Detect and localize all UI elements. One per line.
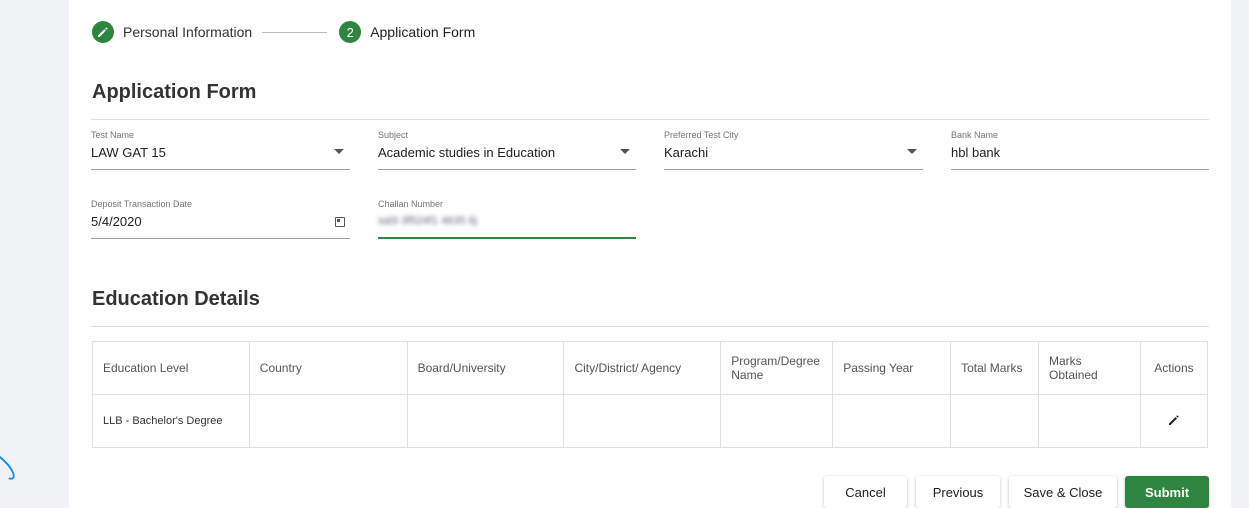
cell-program-degree (720, 394, 834, 448)
table-header-row: Education Level Country Board/University… (92, 341, 1209, 395)
challan-number-value: sal3 3f524f1 4635 6j (378, 215, 478, 227)
test-name-select[interactable]: Test Name LAW GAT 15 (91, 130, 350, 170)
subject-select[interactable]: Subject Academic studies in Education (378, 130, 636, 170)
form-title-divider (91, 119, 1209, 120)
education-title-divider (91, 326, 1209, 327)
application-card: Personal Information 2 Application Form … (69, 0, 1231, 508)
cell-marks-obtained (1038, 394, 1141, 448)
edit-icon[interactable] (1168, 414, 1180, 429)
challan-number-label: Challan Number (378, 199, 444, 209)
education-table: Education Level Country Board/University… (92, 341, 1209, 448)
side-edge-mark (0, 448, 19, 484)
preferred-test-city-select[interactable]: Preferred Test City Karachi (664, 130, 923, 170)
step-1-pencil-icon[interactable] (92, 21, 114, 43)
stepper: Personal Information 2 Application Form (92, 20, 475, 44)
deposit-date-input[interactable]: Deposit Transaction Date 5/4/2020 (91, 199, 350, 239)
col-passing-year: Passing Year (832, 341, 952, 395)
table-row: LLB - Bachelor's Degree (92, 394, 1209, 448)
caret-down-icon (907, 149, 917, 154)
col-country: Country (248, 341, 408, 395)
cell-city-district (563, 394, 722, 448)
calendar-icon[interactable] (335, 217, 345, 227)
subject-value: Academic studies in Education (378, 145, 556, 160)
preferred-test-city-value: Karachi (664, 145, 709, 160)
col-board-university: Board/University (406, 341, 565, 395)
previous-button[interactable]: Previous (916, 476, 1000, 508)
cell-actions (1139, 394, 1209, 448)
test-name-label: Test Name (91, 130, 135, 140)
col-actions: Actions (1139, 341, 1209, 395)
deposit-date-value: 5/4/2020 (91, 214, 142, 229)
col-city-district: City/District/ Agency (563, 341, 722, 395)
caret-down-icon (620, 149, 630, 154)
cancel-button[interactable]: Cancel (824, 476, 907, 508)
preferred-test-city-label: Preferred Test City (664, 130, 739, 140)
step-1-label[interactable]: Personal Information (123, 24, 252, 40)
bank-name-label: Bank Name (951, 130, 999, 140)
challan-number-input[interactable]: Challan Number sal3 3f524f1 4635 6j (378, 199, 636, 239)
col-total-marks: Total Marks (950, 341, 1040, 395)
cell-education-level: LLB - Bachelor's Degree (92, 394, 250, 448)
col-marks-obtained: Marks Obtained (1038, 341, 1141, 395)
caret-down-icon (334, 149, 344, 154)
education-title: Education Details (92, 288, 260, 310)
stepper-connector (262, 31, 328, 33)
cell-country (248, 394, 408, 448)
cell-total-marks (950, 394, 1040, 448)
step-2-number[interactable]: 2 (339, 21, 362, 43)
bank-name-input[interactable]: Bank Name hbl bank (951, 130, 1209, 170)
step-2-label[interactable]: Application Form (370, 24, 475, 40)
col-program-degree: Program/Degree Name (720, 341, 834, 395)
subject-label: Subject (378, 130, 409, 140)
bank-name-value: hbl bank (951, 145, 1001, 160)
cell-board-university (406, 394, 565, 448)
deposit-date-label: Deposit Transaction Date (91, 199, 193, 209)
form-title: Application Form (92, 81, 257, 103)
test-name-value: LAW GAT 15 (91, 145, 166, 160)
save-close-button[interactable]: Save & Close (1009, 476, 1117, 508)
cell-passing-year (832, 394, 952, 448)
col-education-level: Education Level (92, 341, 250, 395)
submit-button[interactable]: Submit (1125, 476, 1209, 508)
